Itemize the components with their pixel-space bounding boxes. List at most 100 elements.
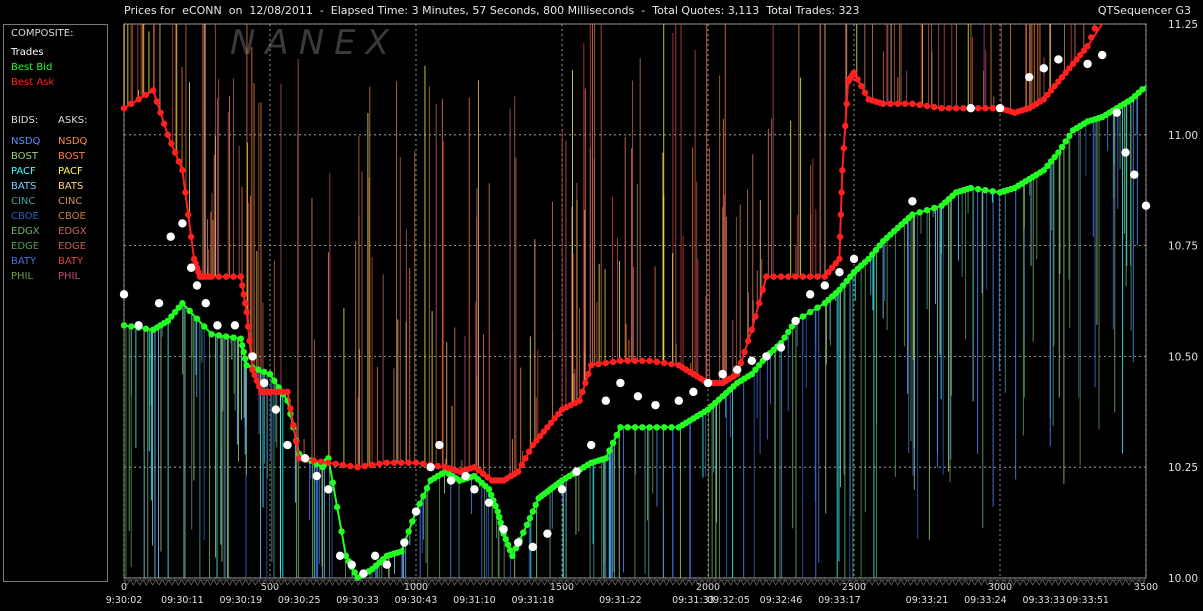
time-marker [155, 579, 163, 586]
best-bid-point [215, 332, 223, 339]
trade-point [703, 378, 713, 388]
best-bid-point [624, 424, 631, 431]
trade-point [283, 440, 292, 450]
trade-point [1083, 59, 1092, 69]
best-bid-point [496, 513, 503, 521]
time-marker [129, 579, 138, 586]
trade-point [528, 542, 537, 552]
best-ask-point [515, 468, 522, 475]
time-marker [791, 579, 799, 586]
time-marker [168, 579, 176, 586]
time-marker [373, 579, 382, 586]
best-ask-point [243, 308, 250, 316]
time-marker [977, 579, 986, 586]
best-ask-point [909, 100, 916, 107]
chart-area: NANEX 10.00 10.25 10.50 10.75 11.00 11.25 0 500 1… [0, 0, 1203, 611]
time-marker [727, 579, 735, 586]
trade-point [499, 525, 508, 534]
time-marker [1022, 579, 1030, 586]
best-ask-point [960, 105, 967, 112]
best-ask-point [249, 366, 256, 373]
best-ask-point [135, 96, 142, 103]
time-marker [444, 579, 452, 586]
best-ask-point [617, 357, 624, 365]
time-marker [309, 579, 317, 586]
best-ask-point [752, 313, 759, 320]
best-bid-point [494, 508, 501, 515]
time-marker [906, 579, 915, 586]
best-ask-point [246, 337, 253, 345]
time-marker [232, 579, 240, 586]
best-bid-point [526, 514, 534, 522]
best-ask-point [807, 273, 814, 280]
best-bid-point [1062, 138, 1069, 145]
best-bid-point [239, 342, 246, 349]
best-ask-point [755, 300, 763, 307]
time-label: 09:31:18 [511, 595, 554, 606]
watermark: NANEX [230, 23, 399, 63]
time-marker [283, 579, 292, 586]
time-marker [534, 579, 542, 586]
best-ask-point [522, 455, 529, 462]
time-marker [393, 579, 401, 586]
time-marker [675, 579, 684, 586]
best-ask-point [157, 109, 164, 116]
time-label: 09:30:33 [336, 595, 379, 606]
best-bid-point [409, 518, 416, 525]
best-ask-point [854, 76, 861, 83]
best-ask-point [836, 255, 843, 263]
time-marker [778, 579, 786, 586]
y-tick-label: 11.25 [1168, 19, 1198, 31]
best-ask-point [317, 458, 325, 465]
time-marker [502, 579, 510, 586]
time-marker [733, 579, 741, 586]
best-bid-point [420, 492, 427, 500]
best-bid-point [1055, 149, 1062, 156]
best-bid-point [240, 348, 247, 356]
trade-point [166, 232, 175, 241]
time-marker [881, 579, 889, 586]
time-marker [161, 579, 170, 586]
trade-point [271, 405, 281, 414]
trade-point [1121, 148, 1130, 157]
time-marker [900, 579, 908, 586]
time-label: 09:33:21 [906, 595, 949, 606]
trade-point [1130, 170, 1139, 179]
time-marker [495, 579, 504, 586]
time-marker [174, 579, 183, 586]
time-marker [303, 579, 311, 586]
best-bid-point [120, 322, 128, 329]
time-marker [797, 579, 806, 586]
y-tick-label: 10.00 [1168, 573, 1198, 585]
best-bid-point [532, 501, 539, 509]
x-tick-label: 1500 [550, 582, 574, 593]
best-ask-point [185, 211, 192, 218]
best-ask-point [576, 397, 583, 404]
time-marker [759, 579, 767, 586]
time-marker [598, 579, 607, 586]
best-bid-point [333, 503, 341, 511]
time-marker [206, 579, 215, 586]
best-bid-point [179, 300, 186, 307]
best-ask-point [153, 98, 161, 105]
trade-point [1098, 50, 1107, 60]
best-bid-point [646, 424, 653, 431]
x-tick-label: 1000 [404, 582, 428, 593]
trade-point [201, 299, 210, 308]
best-ask-point [653, 358, 661, 366]
time-marker [527, 579, 536, 586]
best-bid-point [931, 204, 938, 212]
best-ask-point [361, 462, 369, 470]
trade-point [186, 263, 196, 272]
time-marker [720, 579, 729, 586]
time-marker [637, 579, 645, 586]
time-marker [470, 579, 478, 586]
trade-point [587, 440, 596, 450]
time-marker [360, 579, 369, 586]
time-marker [874, 579, 883, 586]
best-ask-point [945, 105, 953, 112]
best-ask-point [525, 448, 533, 455]
best-ask-point [1088, 34, 1095, 41]
best-bid-point [260, 368, 268, 376]
best-bid-point [186, 307, 193, 315]
